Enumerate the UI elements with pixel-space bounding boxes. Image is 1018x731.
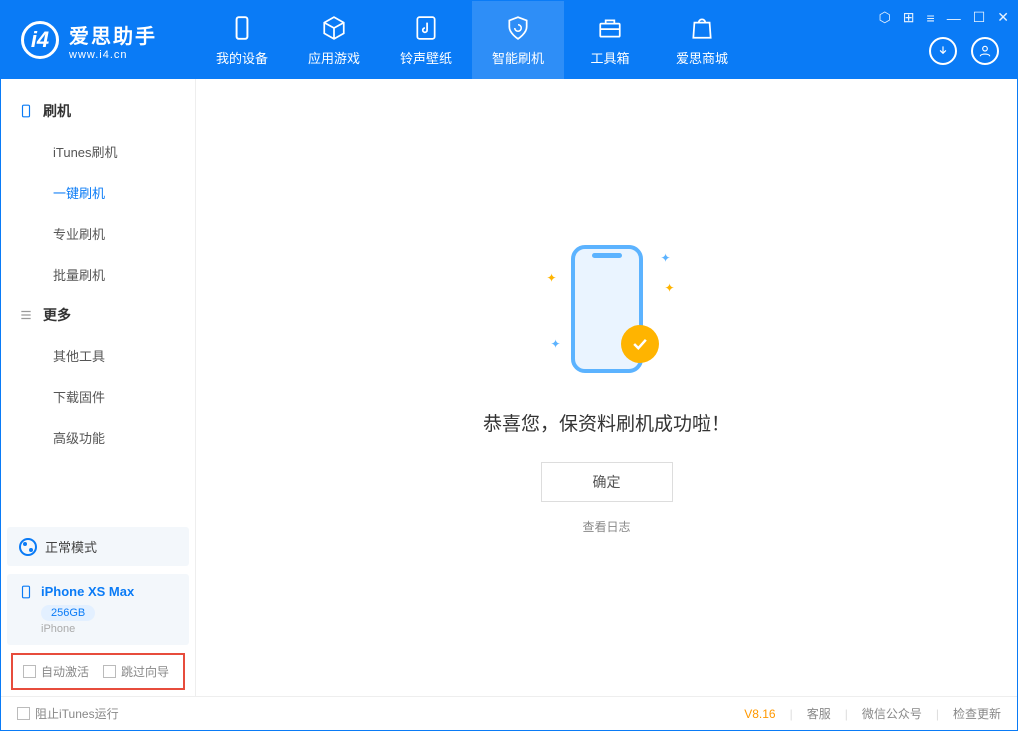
- device-row: iPhone XS Max: [19, 584, 177, 599]
- header-right-icons: [929, 37, 999, 65]
- header: i4 爱思助手 www.i4.cn 我的设备 应用游戏 铃声壁纸 智能刷机: [1, 1, 1017, 79]
- toolbox-icon: [596, 14, 624, 42]
- tshirt-icon[interactable]: ⬡: [879, 9, 891, 26]
- checkbox-skip-guide[interactable]: 跳过向导: [103, 663, 169, 680]
- device-icon: [228, 14, 256, 42]
- sidebar-scroll: 刷机 iTunes刷机 一键刷机 专业刷机 批量刷机 更多 其他工具 下载固件 …: [1, 79, 195, 521]
- tab-label: 爱思商城: [676, 48, 728, 67]
- checkbox-box: [17, 707, 30, 720]
- tab-label: 铃声壁纸: [400, 48, 452, 67]
- close-button[interactable]: ✕: [997, 9, 1009, 26]
- bag-icon: [688, 14, 716, 42]
- window-controls: ⬡ ⊞ ≡ — ☐ ✕: [879, 9, 1009, 26]
- ok-button[interactable]: 确定: [541, 462, 673, 502]
- cube-icon: [320, 14, 348, 42]
- checkbox-box: [23, 665, 36, 678]
- device-name: iPhone XS Max: [41, 584, 134, 599]
- phone-icon: [19, 104, 33, 118]
- sidebar: 刷机 iTunes刷机 一键刷机 专业刷机 批量刷机 更多 其他工具 下载固件 …: [1, 79, 196, 696]
- sidebar-item-itunes-flash[interactable]: iTunes刷机: [1, 131, 195, 172]
- app-title: 爱思助手: [69, 20, 157, 49]
- success-illustration: ✦ ✦ ✦ ✦: [537, 241, 677, 381]
- device-type: iPhone: [41, 623, 177, 635]
- tab-label: 工具箱: [590, 48, 629, 67]
- checkbox-block-itunes[interactable]: 阻止iTunes运行: [17, 705, 119, 722]
- tab-label: 应用游戏: [308, 48, 360, 67]
- sidebar-group-more: 更多: [1, 295, 195, 335]
- tab-ringtone-wallpaper[interactable]: 铃声壁纸: [380, 1, 472, 79]
- sidebar-item-advanced[interactable]: 高级功能: [1, 417, 195, 458]
- mode-box[interactable]: 正常模式: [7, 527, 189, 566]
- user-button[interactable]: [971, 37, 999, 65]
- download-button[interactable]: [929, 37, 957, 65]
- tab-smart-flash[interactable]: 智能刷机: [472, 1, 564, 79]
- shield-refresh-icon: [504, 14, 532, 42]
- mode-label: 正常模式: [45, 537, 97, 556]
- check-update-link[interactable]: 检查更新: [953, 705, 1001, 722]
- body-area: 刷机 iTunes刷机 一键刷机 专业刷机 批量刷机 更多 其他工具 下载固件 …: [1, 79, 1017, 696]
- sidebar-item-other-tools[interactable]: 其他工具: [1, 335, 195, 376]
- checkbox-box: [103, 665, 116, 678]
- tab-my-device[interactable]: 我的设备: [196, 1, 288, 79]
- maximize-button[interactable]: ☐: [973, 9, 986, 26]
- sparkle-icon: ✦: [664, 281, 674, 295]
- tab-label: 智能刷机: [492, 48, 544, 67]
- separator: |: [936, 707, 939, 721]
- device-storage-badge: 256GB: [41, 605, 95, 621]
- sidebar-item-pro-flash[interactable]: 专业刷机: [1, 213, 195, 254]
- mode-icon: [19, 538, 37, 556]
- view-log-link[interactable]: 查看日志: [582, 518, 630, 535]
- checkbox-auto-activate[interactable]: 自动激活: [23, 663, 89, 680]
- app-subtitle: www.i4.cn: [69, 49, 157, 61]
- sparkle-icon: ✦: [660, 251, 670, 265]
- separator: |: [790, 707, 793, 721]
- list-icon: [19, 308, 33, 322]
- group-title: 刷机: [43, 101, 71, 121]
- separator: |: [845, 707, 848, 721]
- sidebar-item-batch-flash[interactable]: 批量刷机: [1, 254, 195, 295]
- tab-apps-games[interactable]: 应用游戏: [288, 1, 380, 79]
- version-label[interactable]: V8.16: [744, 707, 775, 721]
- minimize-button[interactable]: —: [947, 10, 961, 26]
- check-badge-icon: [621, 325, 659, 363]
- main-content: ✦ ✦ ✦ ✦ 恭喜您，保资料刷机成功啦！ 确定 查看日志: [196, 79, 1017, 696]
- nav-tabs: 我的设备 应用游戏 铃声壁纸 智能刷机 工具箱 爱思商城: [196, 1, 748, 79]
- tab-store[interactable]: 爱思商城: [656, 1, 748, 79]
- footer-right: V8.16 | 客服 | 微信公众号 | 检查更新: [744, 705, 1001, 722]
- phone-small-icon: [19, 585, 33, 599]
- success-message: 恭喜您，保资料刷机成功啦！: [483, 409, 730, 436]
- sidebar-group-flash: 刷机: [1, 91, 195, 131]
- flash-options-row: 自动激活 跳过向导: [11, 653, 185, 690]
- sidebar-item-oneclick-flash[interactable]: 一键刷机: [1, 172, 195, 213]
- device-box[interactable]: iPhone XS Max 256GB iPhone: [7, 574, 189, 645]
- logo-area: i4 爱思助手 www.i4.cn: [1, 20, 196, 61]
- tab-toolbox[interactable]: 工具箱: [564, 1, 656, 79]
- sidebar-item-download-firmware[interactable]: 下载固件: [1, 376, 195, 417]
- app-window: i4 爱思助手 www.i4.cn 我的设备 应用游戏 铃声壁纸 智能刷机: [0, 0, 1018, 731]
- logo-icon: i4: [21, 21, 59, 59]
- support-link[interactable]: 客服: [807, 705, 831, 722]
- tab-label: 我的设备: [216, 48, 268, 67]
- checkbox-label: 自动激活: [41, 663, 89, 680]
- footer: 阻止iTunes运行 V8.16 | 客服 | 微信公众号 | 检查更新: [1, 696, 1017, 730]
- group-title: 更多: [43, 305, 71, 325]
- menu-icon[interactable]: ≡: [927, 10, 935, 26]
- wechat-link[interactable]: 微信公众号: [862, 705, 922, 722]
- sparkle-icon: ✦: [547, 271, 557, 285]
- sparkle-icon: ✦: [551, 337, 561, 351]
- checkbox-label: 跳过向导: [121, 663, 169, 680]
- sidebar-bottom: 正常模式 iPhone XS Max 256GB iPhone 自动激活 跳过向…: [1, 521, 195, 696]
- feedback-icon[interactable]: ⊞: [903, 9, 915, 26]
- logo-text: 爱思助手 www.i4.cn: [69, 20, 157, 61]
- checkbox-label: 阻止iTunes运行: [35, 705, 119, 722]
- music-file-icon: [412, 14, 440, 42]
